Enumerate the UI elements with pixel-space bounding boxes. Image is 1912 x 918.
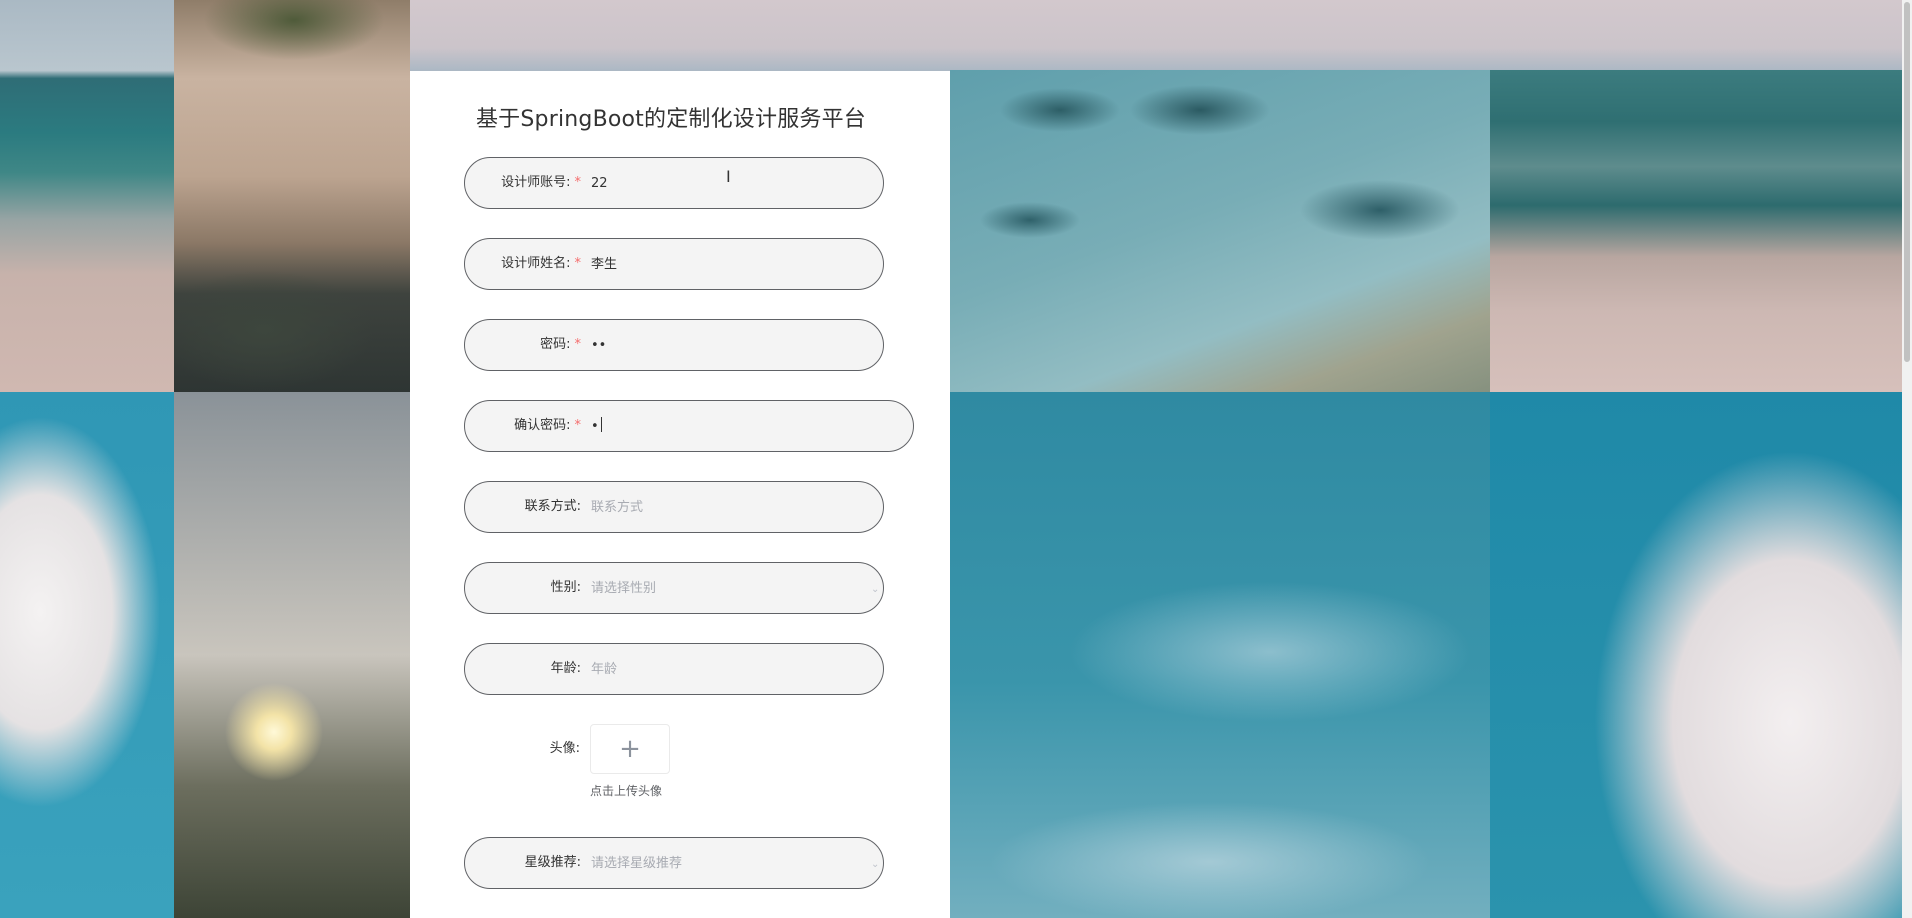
designer-account-field[interactable]: 设计师账号: * 22 <box>464 157 884 209</box>
page-title: 基于SpringBoot的定制化设计服务平台 <box>475 107 867 132</box>
confirm-password-input[interactable]: • <box>591 401 602 451</box>
scrollbar-thumb[interactable] <box>1904 2 1910 362</box>
register-form-card: 基于SpringBoot的定制化设计服务平台 设计师账号: * 22 设计师姓名:… <box>410 71 950 918</box>
required-mark: * <box>574 175 582 190</box>
star-rating-label: 星级推荐: <box>524 855 581 870</box>
required-mark: * <box>574 418 582 433</box>
gender-select-value[interactable]: 请选择性别 <box>591 563 656 613</box>
age-input[interactable]: 年龄 <box>591 644 617 694</box>
text-caret <box>600 417 602 432</box>
avatar-label: 头像: <box>549 741 580 756</box>
password-input[interactable]: •• <box>591 320 606 370</box>
age-field[interactable]: 年龄: 年龄 <box>464 643 884 695</box>
password-field[interactable]: 密码: * •• <box>464 319 884 371</box>
background-waves-image <box>1490 70 1902 392</box>
background-sea-image <box>0 0 174 392</box>
star-rating-select-value[interactable]: 请选择星级推荐 <box>591 838 682 888</box>
star-rating-select[interactable]: 星级推荐: 请选择星级推荐 ⌄ <box>464 837 884 889</box>
background-palm-image <box>174 392 410 918</box>
confirm-password-field[interactable]: 确认密码: * • <box>464 400 914 452</box>
page-scrollbar[interactable] <box>1902 0 1912 918</box>
avatar-upload-button[interactable]: + <box>590 724 670 774</box>
contact-label: 联系方式: <box>524 499 581 514</box>
background-beach-image <box>174 0 410 392</box>
plus-icon: + <box>619 734 641 764</box>
avatar-upload-hint: 点击上传头像 <box>590 784 663 798</box>
confirm-password-label: 确认密码: * <box>514 418 582 433</box>
background-blue-sky-image <box>950 392 1490 918</box>
gender-select[interactable]: 性别: 请选择性别 ⌄ <box>464 562 884 614</box>
designer-account-input[interactable]: 22 <box>591 158 608 208</box>
required-mark: * <box>574 337 582 352</box>
password-label: 密码: * <box>540 337 582 352</box>
text-cursor-icon: I <box>726 167 731 186</box>
background-sky-image <box>410 0 1902 80</box>
designer-name-label: 设计师姓名: * <box>501 256 582 271</box>
avatar-upload-row: 头像: + 点击上传头像 <box>464 724 884 814</box>
page: 基于SpringBoot的定制化设计服务平台 设计师账号: * 22 设计师姓名:… <box>0 0 1912 918</box>
designer-account-label: 设计师账号: * <box>501 175 582 190</box>
contact-field[interactable]: 联系方式: 联系方式 <box>464 481 884 533</box>
background-cloud-image-right <box>1490 392 1902 918</box>
designer-name-input[interactable]: 李生 <box>591 239 617 289</box>
contact-input[interactable]: 联系方式 <box>591 482 643 532</box>
chevron-down-icon[interactable]: ⌄ <box>871 860 879 870</box>
gender-label: 性别: <box>550 580 581 595</box>
background-rocks-image <box>950 70 1490 392</box>
age-label: 年龄: <box>550 661 581 676</box>
background-cloud-image <box>0 392 174 918</box>
chevron-down-icon[interactable]: ⌄ <box>871 585 879 595</box>
required-mark: * <box>574 256 582 271</box>
designer-name-field[interactable]: 设计师姓名: * 李生 <box>464 238 884 290</box>
